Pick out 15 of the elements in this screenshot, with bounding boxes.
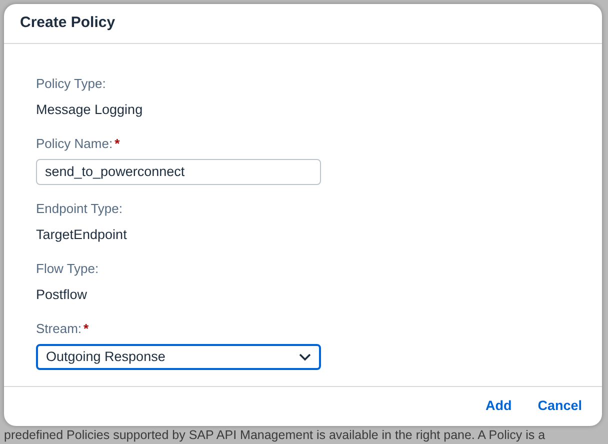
- dropdown-field[interactable]: Outgoing Response: [36, 344, 321, 370]
- page-text: predefined Policies supported by SAP API Management is available in the right pane. A Policy is a: [4, 428, 546, 443]
- field-label: Policy Name:*: [36, 134, 120, 153]
- input-field[interactable]: send_to_powerconnect: [36, 159, 321, 186]
- field-label: Endpoint Type:: [36, 200, 122, 218]
- field-value: Postflow: [36, 286, 88, 304]
- field-label: Flow Type:: [36, 260, 99, 278]
- dialog-button[interactable]: Cancel: [532, 394, 588, 419]
- field-label: Policy Type:: [36, 75, 106, 93]
- field-value: Message Logging: [36, 100, 144, 119]
- dialog-button[interactable]: Add: [479, 394, 518, 419]
- field-label: Stream:*: [36, 320, 89, 338]
- dialog-title: Create Policy: [20, 13, 116, 34]
- chevron-down-icon: [299, 353, 311, 362]
- field-value: TargetEndpoint: [36, 226, 128, 244]
